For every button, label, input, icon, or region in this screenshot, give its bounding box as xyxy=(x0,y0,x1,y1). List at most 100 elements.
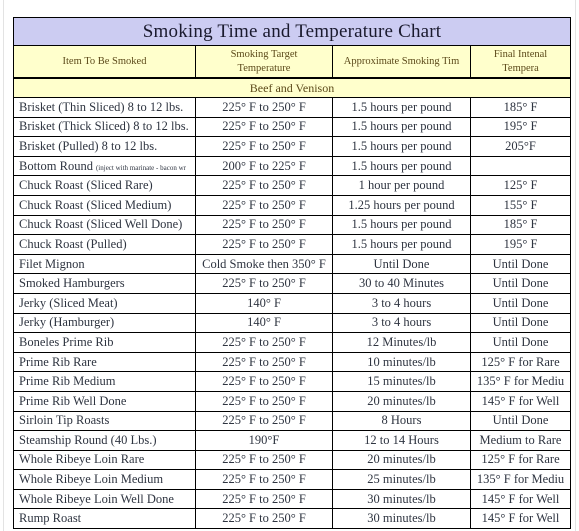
cell-approximate-time: 30 minutes/lb xyxy=(332,488,471,510)
cell-approximate-time: 20 minutes/lb xyxy=(332,390,471,412)
column-header-item: Item To Be Smoked xyxy=(13,45,196,79)
cell-target-temperature: 225° F to 250° F xyxy=(195,469,333,490)
item-note xyxy=(118,301,121,309)
item-label: Jerky (Hamburger) xyxy=(19,315,115,330)
table-row: Whole Ribeye Loin Medium 225° F to 250° … xyxy=(13,469,572,490)
cell-item: Whole Ribeye Loin Well Done xyxy=(13,488,196,510)
table-row: Chuck Roast (Sliced Well Done) 225° F to… xyxy=(13,214,572,236)
table-row: Brisket (Thin Sliced) 8 to 12 lbs. 225° … xyxy=(13,97,572,118)
cell-target-temperature: 225° F to 250° F xyxy=(195,371,333,392)
section-header-row: Beef and Venison xyxy=(12,77,572,98)
cell-approximate-time: 1.5 hours per pound xyxy=(332,234,471,255)
cell-final-temperature: Until Done xyxy=(469,410,572,432)
cell-item: Brisket (Thin Sliced) 8 to 12 lbs. xyxy=(13,97,196,118)
table-row: Boneles Prime Rib 225° F to 250° F 12 Mi… xyxy=(13,332,572,353)
cell-item: Rump Roast xyxy=(13,508,196,530)
document-page: Smoking Time and Temperature Chart Item … xyxy=(0,0,579,531)
cell-approximate-time: 1.5 hours per pound xyxy=(332,97,471,118)
table-row: Steamship Round (40 Lbs.) 190°F 12 to 14… xyxy=(13,430,572,451)
item-note xyxy=(109,418,112,426)
table-body: Smoking Time and Temperature Chart Item … xyxy=(12,17,572,530)
cell-final-temperature: 185° F xyxy=(469,214,572,236)
item-label: Chuck Roast (Sliced Medium) xyxy=(19,197,172,212)
item-label: Brisket (Thick Sliced) 8 to 12 lbs. xyxy=(19,119,189,134)
item-label: Whole Ribeye Loin Rare xyxy=(19,452,145,467)
item-label: Whole Ribeye Loin Medium xyxy=(19,472,164,487)
item-label: Chuck Roast (Sliced Well Done) xyxy=(19,217,183,232)
item-label: Bottom Round xyxy=(19,158,93,173)
cell-approximate-time: 1.5 hours per pound xyxy=(332,214,471,236)
cell-final-temperature: Medium to Rare xyxy=(469,430,572,451)
smoking-chart-container: Smoking Time and Temperature Chart Item … xyxy=(12,17,572,530)
item-label: Prime Rib Well Done xyxy=(19,393,127,408)
cell-target-temperature: 225° F to 250° F xyxy=(195,97,333,118)
item-note xyxy=(157,438,160,446)
cell-final-temperature: Until Done xyxy=(469,332,572,353)
cell-approximate-time: Until Done xyxy=(332,253,471,275)
item-note: (inject with marinate - bacon wr xyxy=(95,163,186,172)
table-row: Jerky (Sliced Meat) 140° F 3 to 4 hours … xyxy=(13,292,572,314)
table-row: Brisket (Thick Sliced) 8 to 12 lbs. 225°… xyxy=(13,116,572,138)
item-label: Prime Rib Rare xyxy=(19,354,97,369)
column-header-target-line1: Smoking Target xyxy=(230,49,298,61)
cell-target-temperature: 200° F to 225° F xyxy=(195,155,333,177)
table-row: Jerky (Hamburger) 140° F 3 to 4 hours Un… xyxy=(13,312,572,334)
cell-approximate-time: 1 hour per pound xyxy=(332,175,471,196)
item-label: Boneles Prime Rib xyxy=(19,334,114,349)
chart-title-row: Smoking Time and Temperature Chart xyxy=(12,17,572,46)
cell-final-temperature: 125° F for Rare xyxy=(469,351,572,373)
table-row: Chuck Roast (Sliced Rare) 225° F to 250°… xyxy=(13,175,572,196)
cell-final-temperature: Until Done xyxy=(469,273,572,294)
cell-target-temperature: 225° F to 250° F xyxy=(195,175,333,196)
cell-approximate-time: 15 minutes/lb xyxy=(332,371,471,392)
item-label: Smoked Hamburgers xyxy=(19,276,125,291)
item-note xyxy=(144,457,147,465)
column-header-target-line2: Temperature xyxy=(237,62,291,74)
cell-final-temperature: 125° F for Rare xyxy=(469,449,572,471)
cell-approximate-time: 8 Hours xyxy=(332,410,471,432)
cell-item: Prime Rib Rare xyxy=(13,351,196,373)
cell-final-temperature: 125° F xyxy=(469,175,572,196)
table-row: Rump Roast 225° F to 250° F 30 minutes/l… xyxy=(13,508,572,530)
table-row: Chuck Roast (Pulled) 225° F to 250° F 1.… xyxy=(13,234,572,255)
section-label-beef-and-venison: Beef and Venison xyxy=(12,77,572,98)
column-header-row: Item To Be Smoked Smoking Target Tempera… xyxy=(13,45,572,79)
cell-item: Bottom Round (inject with marinate - baco… xyxy=(13,155,196,177)
cell-final-temperature: 195° F xyxy=(469,116,572,138)
cell-approximate-time: 30 minutes/lb xyxy=(332,508,471,530)
cell-approximate-time: 30 to 40 Minutes xyxy=(332,273,471,294)
table-row: Bottom Round (inject with marinate - baco… xyxy=(13,155,572,177)
cell-target-temperature: 225° F to 250° F xyxy=(195,351,333,373)
smoking-time-temperature-table: Smoking Time and Temperature Chart Item … xyxy=(12,17,572,530)
item-note xyxy=(163,477,166,485)
cell-item: Sirloin Tip Roasts xyxy=(13,410,196,432)
cell-approximate-time: 20 minutes/lb xyxy=(332,449,471,471)
cell-target-temperature: 225° F to 250° F xyxy=(195,488,333,510)
cell-item: Prime Rib Medium xyxy=(13,371,196,392)
item-label: Steamship Round (40 Lbs.) xyxy=(19,432,157,447)
cell-target-temperature: 225° F to 250° F xyxy=(195,410,333,432)
cell-item: Steamship Round (40 Lbs.) xyxy=(13,430,196,451)
cell-approximate-time: 1.5 hours per pound xyxy=(332,155,471,177)
cell-approximate-time: 1.25 hours per pound xyxy=(332,194,471,216)
cell-final-temperature xyxy=(469,155,572,177)
table-row: Whole Ribeye Loin Well Done 225° F to 25… xyxy=(13,488,572,510)
cell-final-temperature: 145° F for Well xyxy=(469,508,572,530)
cell-final-temperature: Until Done xyxy=(469,312,572,334)
item-note xyxy=(174,497,177,505)
item-note xyxy=(157,144,160,152)
cell-approximate-time: 12 to 14 Hours xyxy=(332,430,471,451)
cell-target-temperature: 225° F to 250° F xyxy=(195,214,333,236)
cell-final-temperature: 145° F for Well xyxy=(469,488,572,510)
cell-item: Prime Rib Well Done xyxy=(13,390,196,412)
cell-target-temperature: 225° F to 250° F xyxy=(195,234,333,255)
cell-item: Filet Mignon xyxy=(13,253,196,275)
item-label: Prime Rib Medium xyxy=(19,374,116,389)
cell-item: Whole Ribeye Loin Medium xyxy=(13,469,196,490)
cell-item: Brisket (Thick Sliced) 8 to 12 lbs. xyxy=(13,116,196,138)
cell-approximate-time: 12 Minutes/lb xyxy=(332,332,471,353)
item-note xyxy=(116,379,119,387)
page-title: Smoking Time and Temperature Chart xyxy=(12,17,572,46)
cell-final-temperature: 135° F for Mediu xyxy=(469,469,572,490)
cell-item: Brisket (Pulled) 8 to 12 lbs. xyxy=(13,136,196,157)
